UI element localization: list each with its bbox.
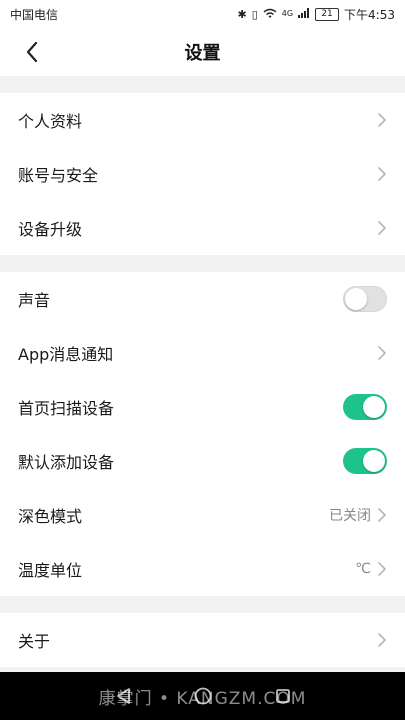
status-icons: ✱ ▯ 4G 21 下午4:53 — [237, 6, 395, 23]
dark-mode-value: 已关闭 — [329, 508, 371, 524]
row-label: 账号与安全 — [18, 166, 99, 185]
clock-label: 下午4:53 — [344, 7, 395, 22]
chevron-right-icon — [378, 221, 386, 235]
row-label: 关于 — [18, 632, 51, 651]
chevron-right-icon — [378, 346, 386, 360]
bluetooth-icon: ✱ — [237, 7, 247, 21]
vibrate-icon: ▯ — [251, 7, 258, 21]
default-add-toggle[interactable] — [343, 448, 387, 474]
row-account-security[interactable]: 账号与安全 — [0, 147, 405, 201]
chevron-right-icon — [378, 167, 386, 181]
toggle-knob — [363, 450, 385, 472]
chevron-right-icon — [378, 562, 386, 576]
row-label: 声音 — [18, 291, 51, 310]
section-divider — [0, 76, 405, 93]
home-scan-toggle[interactable] — [343, 394, 387, 420]
system-navigation-bar: 康掌门 • KANGZM.COM — [0, 672, 405, 720]
carrier-label: 中国电信 — [10, 7, 59, 22]
settings-group-account: 个人资料 账号与安全 设备升级 — [0, 93, 405, 255]
battery-icon: 21 — [315, 7, 340, 21]
row-label: 设备升级 — [18, 220, 83, 239]
watermark-text: 康掌门 • KANGZM.COM — [98, 688, 307, 709]
signal-icon — [298, 8, 310, 20]
row-about[interactable]: 关于 — [0, 613, 405, 667]
section-divider — [0, 255, 405, 272]
chevron-left-icon — [26, 41, 38, 63]
settings-group-about: 关于 — [0, 613, 405, 667]
back-button[interactable] — [18, 39, 46, 65]
section-divider — [0, 596, 405, 613]
toggle-knob — [345, 288, 367, 310]
row-profile[interactable]: 个人资料 — [0, 93, 405, 147]
chevron-right-icon — [378, 508, 386, 522]
wifi-icon — [263, 8, 277, 21]
row-label: 默认添加设备 — [18, 453, 115, 472]
row-device-upgrade[interactable]: 设备升级 — [0, 201, 405, 255]
sound-toggle[interactable] — [343, 286, 387, 312]
row-label: 温度单位 — [18, 561, 83, 580]
network-type-label: 4G — [281, 9, 294, 18]
row-label: App消息通知 — [18, 345, 114, 364]
row-app-notifications[interactable]: App消息通知 — [0, 326, 405, 380]
row-temperature-unit[interactable]: 温度单位 ℃ — [0, 542, 405, 596]
settings-group-preferences: 声音 App消息通知 首页扫描设备 默认添加设备 深色模式 已关闭 温度单位 ℃ — [0, 272, 405, 596]
page-title: 设置 — [184, 43, 221, 64]
row-label: 深色模式 — [18, 507, 83, 526]
row-label: 个人资料 — [18, 112, 83, 131]
row-label: 首页扫描设备 — [18, 399, 115, 418]
toggle-knob — [363, 396, 385, 418]
row-right: ℃ — [355, 561, 387, 577]
row-dark-mode[interactable]: 深色模式 已关闭 — [0, 488, 405, 542]
row-right: 已关闭 — [329, 505, 387, 525]
row-home-scan-devices: 首页扫描设备 — [0, 380, 405, 434]
row-default-add-device: 默认添加设备 — [0, 434, 405, 488]
status-bar: 中国电信 ✱ ▯ 4G 21 下午4:53 — [0, 0, 405, 28]
navigation-bar: 设置 — [0, 28, 405, 76]
battery-level: 21 — [321, 8, 333, 19]
chevron-right-icon — [378, 633, 386, 647]
row-sound: 声音 — [0, 272, 405, 326]
temperature-unit-value: ℃ — [355, 561, 371, 577]
chevron-right-icon — [378, 113, 386, 127]
